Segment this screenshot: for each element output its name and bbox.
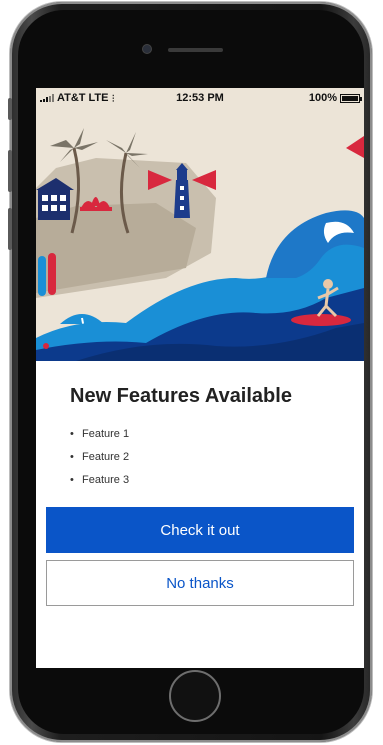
list-item: • Feature 2 [70,446,129,469]
bullet-icon: • [70,428,74,440]
home-button-icon[interactable] [169,670,221,722]
status-left: AT&T LTE ⁝ [40,92,115,105]
bullet-icon: • [70,451,74,463]
feature-label: Feature 1 [82,428,130,440]
battery-icon [340,93,362,103]
app-screen: AT&T LTE ⁝ 12:53 PM 100% New Features Av… [36,88,364,668]
carrier-label: AT&T [57,92,86,104]
battery-percent: 100% [308,92,337,104]
check-it-out-button[interactable]: Check it out [46,507,354,553]
volume-up-button [8,150,12,192]
dialog-title: New Features Available [70,385,292,407]
bullet-icon: • [70,474,74,486]
feature-label: Feature 2 [82,451,130,463]
network-label: LTE [88,92,109,104]
camera-icon [143,45,151,53]
signal-bars-icon [40,94,54,102]
feature-label: Feature 3 [82,474,130,486]
status-right: 100% [308,92,362,104]
volume-down-button [8,208,12,250]
activity-spinner-icon: ⁝ [111,92,115,105]
hero-illustration [36,88,364,361]
mute-switch [8,98,12,120]
feature-list: • Feature 1 • Feature 2 • Feature 3 [70,423,129,492]
speaker-grille [168,48,223,52]
list-item: • Feature 1 [70,423,129,446]
no-thanks-button[interactable]: No thanks [46,560,354,606]
status-bar: AT&T LTE ⁝ 12:53 PM 100% [36,88,364,108]
list-item: • Feature 3 [70,469,129,492]
